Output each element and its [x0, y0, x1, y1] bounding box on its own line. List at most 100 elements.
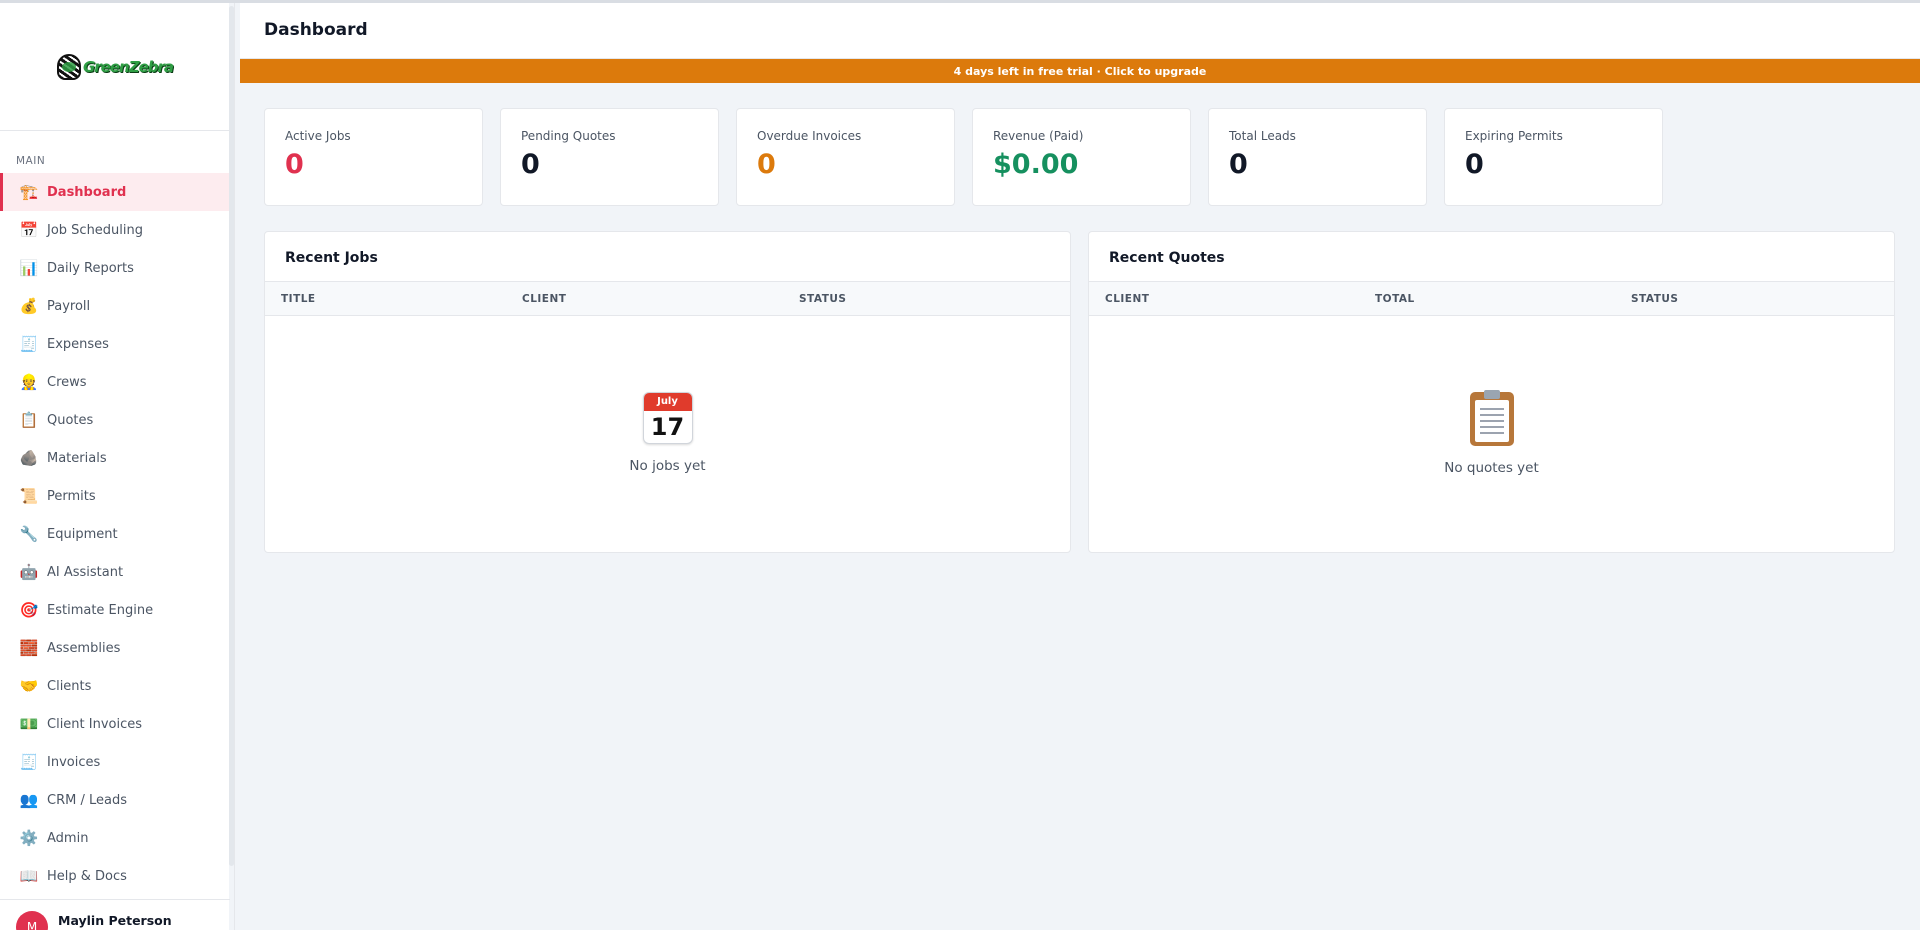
sidebar-item-label: Permits	[47, 488, 96, 504]
stat-card-active-jobs[interactable]: Active Jobs 0	[264, 108, 483, 206]
calendar-icon: July 17	[642, 392, 693, 444]
sidebar-item-label: CRM / Leads	[47, 792, 127, 808]
sidebar-item-ai-assistant[interactable]: 🤖 AI Assistant	[0, 553, 230, 591]
recent-quotes-empty-state: No quotes yet	[1089, 390, 1894, 476]
sidebar-item-daily-reports[interactable]: 📊 Daily Reports	[0, 249, 230, 287]
crews-icon: 👷	[19, 372, 39, 391]
sidebar-item-assemblies[interactable]: 🧱 Assemblies	[0, 629, 230, 667]
sidebar-item-expenses[interactable]: 🧾 Expenses	[0, 325, 230, 363]
empty-quotes-message: No quotes yet	[1444, 460, 1539, 476]
stat-value: 0	[285, 149, 304, 180]
calendar-icon-month: July	[643, 393, 692, 411]
sidebar-item-dashboard[interactable]: 🏗️ Dashboard	[0, 173, 230, 211]
sidebar-item-crews[interactable]: 👷 Crews	[0, 363, 230, 401]
sidebar-item-label: Job Scheduling	[47, 222, 144, 238]
sidebar-item-label: Equipment	[47, 526, 118, 542]
column-header-status[interactable]: STATUS	[799, 293, 846, 305]
sidebar-item-quotes[interactable]: 📋 Quotes	[0, 401, 230, 439]
sidebar-item-label: Admin	[47, 830, 89, 846]
sidebar-scrollbar-thumb[interactable]	[229, 6, 234, 866]
sidebar-item-permits[interactable]: 📜 Permits	[0, 477, 230, 515]
stat-label: Total Leads	[1229, 129, 1296, 143]
sidebar-item-invoices[interactable]: 🧾 Invoices	[0, 743, 230, 781]
sidebar-item-payroll[interactable]: 💰 Payroll	[0, 287, 230, 325]
stat-label: Revenue (Paid)	[993, 129, 1084, 143]
clients-icon: 🤝	[19, 676, 39, 695]
column-header-client[interactable]: CLIENT	[1105, 293, 1149, 305]
sidebar-item-clients[interactable]: 🤝 Clients	[0, 667, 230, 705]
sidebar-item-client-invoices[interactable]: 💵 Client Invoices	[0, 705, 230, 743]
equipment-icon: 🔧	[19, 524, 39, 543]
stat-label: Overdue Invoices	[757, 129, 862, 143]
stat-label: Pending Quotes	[521, 129, 616, 143]
stat-label: Expiring Permits	[1465, 129, 1563, 143]
stat-value: 0	[1229, 149, 1248, 180]
column-header-title[interactable]: TITLE	[281, 293, 316, 305]
stat-card-overdue-invoices[interactable]: Overdue Invoices 0	[736, 108, 955, 206]
sidebar-item-label: Invoices	[47, 754, 101, 770]
job-scheduling-icon: 📅	[19, 220, 39, 239]
invoices-icon: 🧾	[19, 752, 39, 771]
stat-card-revenue-paid[interactable]: Revenue (Paid) $0.00	[972, 108, 1191, 206]
sidebar-item-label: Daily Reports	[47, 260, 134, 276]
sidebar-item-label: Materials	[47, 450, 107, 466]
admin-icon: ⚙️	[19, 828, 39, 847]
sidebar-item-equipment[interactable]: 🔧 Equipment	[0, 515, 230, 553]
client-invoices-icon: 💵	[19, 714, 39, 733]
page-header: Dashboard	[240, 3, 1920, 59]
stat-card-pending-quotes[interactable]: Pending Quotes 0	[500, 108, 719, 206]
sidebar-item-help-docs[interactable]: 📖 Help & Docs	[0, 857, 230, 895]
sidebar-item-label: Quotes	[47, 412, 94, 428]
column-header-status[interactable]: STATUS	[1631, 293, 1678, 305]
expenses-icon: 🧾	[19, 334, 39, 353]
assemblies-icon: 🧱	[19, 638, 39, 657]
zebra-logo-icon	[56, 53, 81, 80]
sidebar-item-label: AI Assistant	[47, 564, 124, 580]
crm-leads-icon: 👥	[19, 790, 39, 809]
sidebar-item-label: Crews	[47, 374, 87, 390]
sidebar-scroll-area: GreenZebra MAIN 🏗️ Dashboard 📅 Job Scheduli…	[0, 3, 230, 930]
top-border	[0, 0, 1920, 3]
clipboard-icon	[1469, 390, 1514, 446]
stat-card-expiring-permits[interactable]: Expiring Permits 0	[1444, 108, 1663, 206]
stat-value: 0	[521, 149, 540, 180]
ai-assistant-icon: 🤖	[19, 562, 39, 581]
permits-icon: 📜	[19, 486, 39, 505]
avatar[interactable]: M	[16, 911, 48, 930]
dashboard-icon: 🏗️	[19, 182, 39, 201]
sidebar-item-label: Assemblies	[47, 640, 121, 656]
column-header-total[interactable]: TOTAL	[1375, 293, 1415, 305]
sidebar-item-label: Payroll	[47, 298, 91, 314]
recent-quotes-table-header: CLIENT TOTAL STATUS	[1089, 282, 1894, 316]
logo-area[interactable]: GreenZebra	[0, 3, 230, 131]
help-docs-icon: 📖	[19, 866, 39, 885]
recent-jobs-empty-state: July 17 No jobs yet	[265, 392, 1070, 474]
payroll-icon: 💰	[19, 296, 39, 315]
column-header-client[interactable]: CLIENT	[522, 293, 566, 305]
sidebar-item-label: Expenses	[47, 336, 109, 352]
recent-quotes-panel: Recent Quotes CLIENT TOTAL STATUS No quo…	[1088, 231, 1895, 553]
sidebar-scrollbar[interactable]	[229, 3, 234, 930]
sidebar-item-estimate-engine[interactable]: 🎯 Estimate Engine	[0, 591, 230, 629]
sidebar-item-crm-leads[interactable]: 👥 CRM / Leads	[0, 781, 230, 819]
recent-jobs-panel: Recent Jobs TITLE CLIENT STATUS July 17 …	[264, 231, 1071, 553]
user-profile[interactable]: M Maylin Peterson	[0, 899, 230, 930]
sidebar-nav: 🏗️ Dashboard 📅 Job Scheduling 📊 Daily Reports…	[0, 173, 230, 895]
estimate-engine-icon: 🎯	[19, 600, 39, 619]
daily-reports-icon: 📊	[19, 258, 39, 277]
sidebar-item-admin[interactable]: ⚙️ Admin	[0, 819, 230, 857]
brand-logo[interactable]: GreenZebra	[56, 53, 174, 80]
brand-name: GreenZebra	[82, 57, 174, 76]
sidebar-item-job-scheduling[interactable]: 📅 Job Scheduling	[0, 211, 230, 249]
sidebar-item-materials[interactable]: 🪨 Materials	[0, 439, 230, 477]
sidebar-item-label: Estimate Engine	[47, 602, 154, 618]
nav-section-label: MAIN	[16, 155, 46, 167]
stat-card-total-leads[interactable]: Total Leads 0	[1208, 108, 1427, 206]
sidebar-item-label: Clients	[47, 678, 92, 694]
trial-upgrade-banner[interactable]: 4 days left in free trial · Click to upg…	[240, 59, 1920, 83]
user-name: Maylin Peterson	[58, 913, 172, 928]
recent-jobs-table-header: TITLE CLIENT STATUS	[265, 282, 1070, 316]
stat-value: 0	[1465, 149, 1484, 180]
calendar-icon-day: 17	[650, 413, 685, 441]
page-title: Dashboard	[264, 20, 368, 40]
